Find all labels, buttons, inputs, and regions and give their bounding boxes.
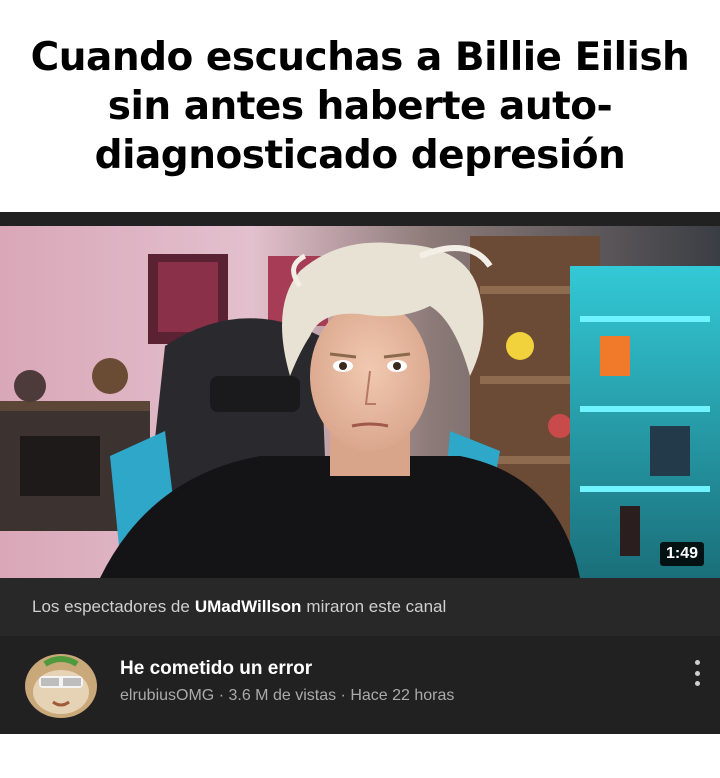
meme-caption: Cuando escuchas a Billie Eilish sin ante… [30, 34, 690, 178]
meta-separator: · [340, 687, 346, 704]
video-duration-badge: 1:49 [659, 542, 704, 566]
youtube-card: 1:49 Los espectadores de UMadWillson mir… [0, 212, 720, 734]
video-title[interactable]: He cometido un error [120, 658, 312, 680]
thumbnail-image[interactable] [0, 226, 720, 578]
recommendation-prefix: Los espectadores de [32, 597, 190, 616]
channel-avatar[interactable] [25, 654, 97, 718]
video-upload-age: Hace 22 horas [350, 687, 455, 704]
more-options-icon[interactable] [692, 660, 702, 686]
recommendation-suffix: miraron este canal [306, 597, 447, 616]
video-info-row[interactable]: He cometido un error elrubiusOMG · 3.6 M… [0, 636, 720, 734]
recommendation-channel[interactable]: UMadWillson [195, 597, 302, 617]
video-metadata: elrubiusOMG · 3.6 M de vistas · Hace 22 … [120, 687, 454, 705]
avatar-image [25, 654, 97, 718]
meta-separator: · [218, 687, 225, 704]
meme-caption-area: Cuando escuchas a Billie Eilish sin ante… [0, 0, 720, 212]
video-thumbnail[interactable]: 1:49 Los espectadores de UMadWillson mir… [0, 226, 720, 778]
video-view-count: 3.6 M de vistas [228, 687, 337, 704]
video-channel-name[interactable]: elrubiusOMG [120, 687, 214, 704]
recommendation-banner[interactable]: Los espectadores de UMadWillson miraron … [0, 578, 720, 636]
